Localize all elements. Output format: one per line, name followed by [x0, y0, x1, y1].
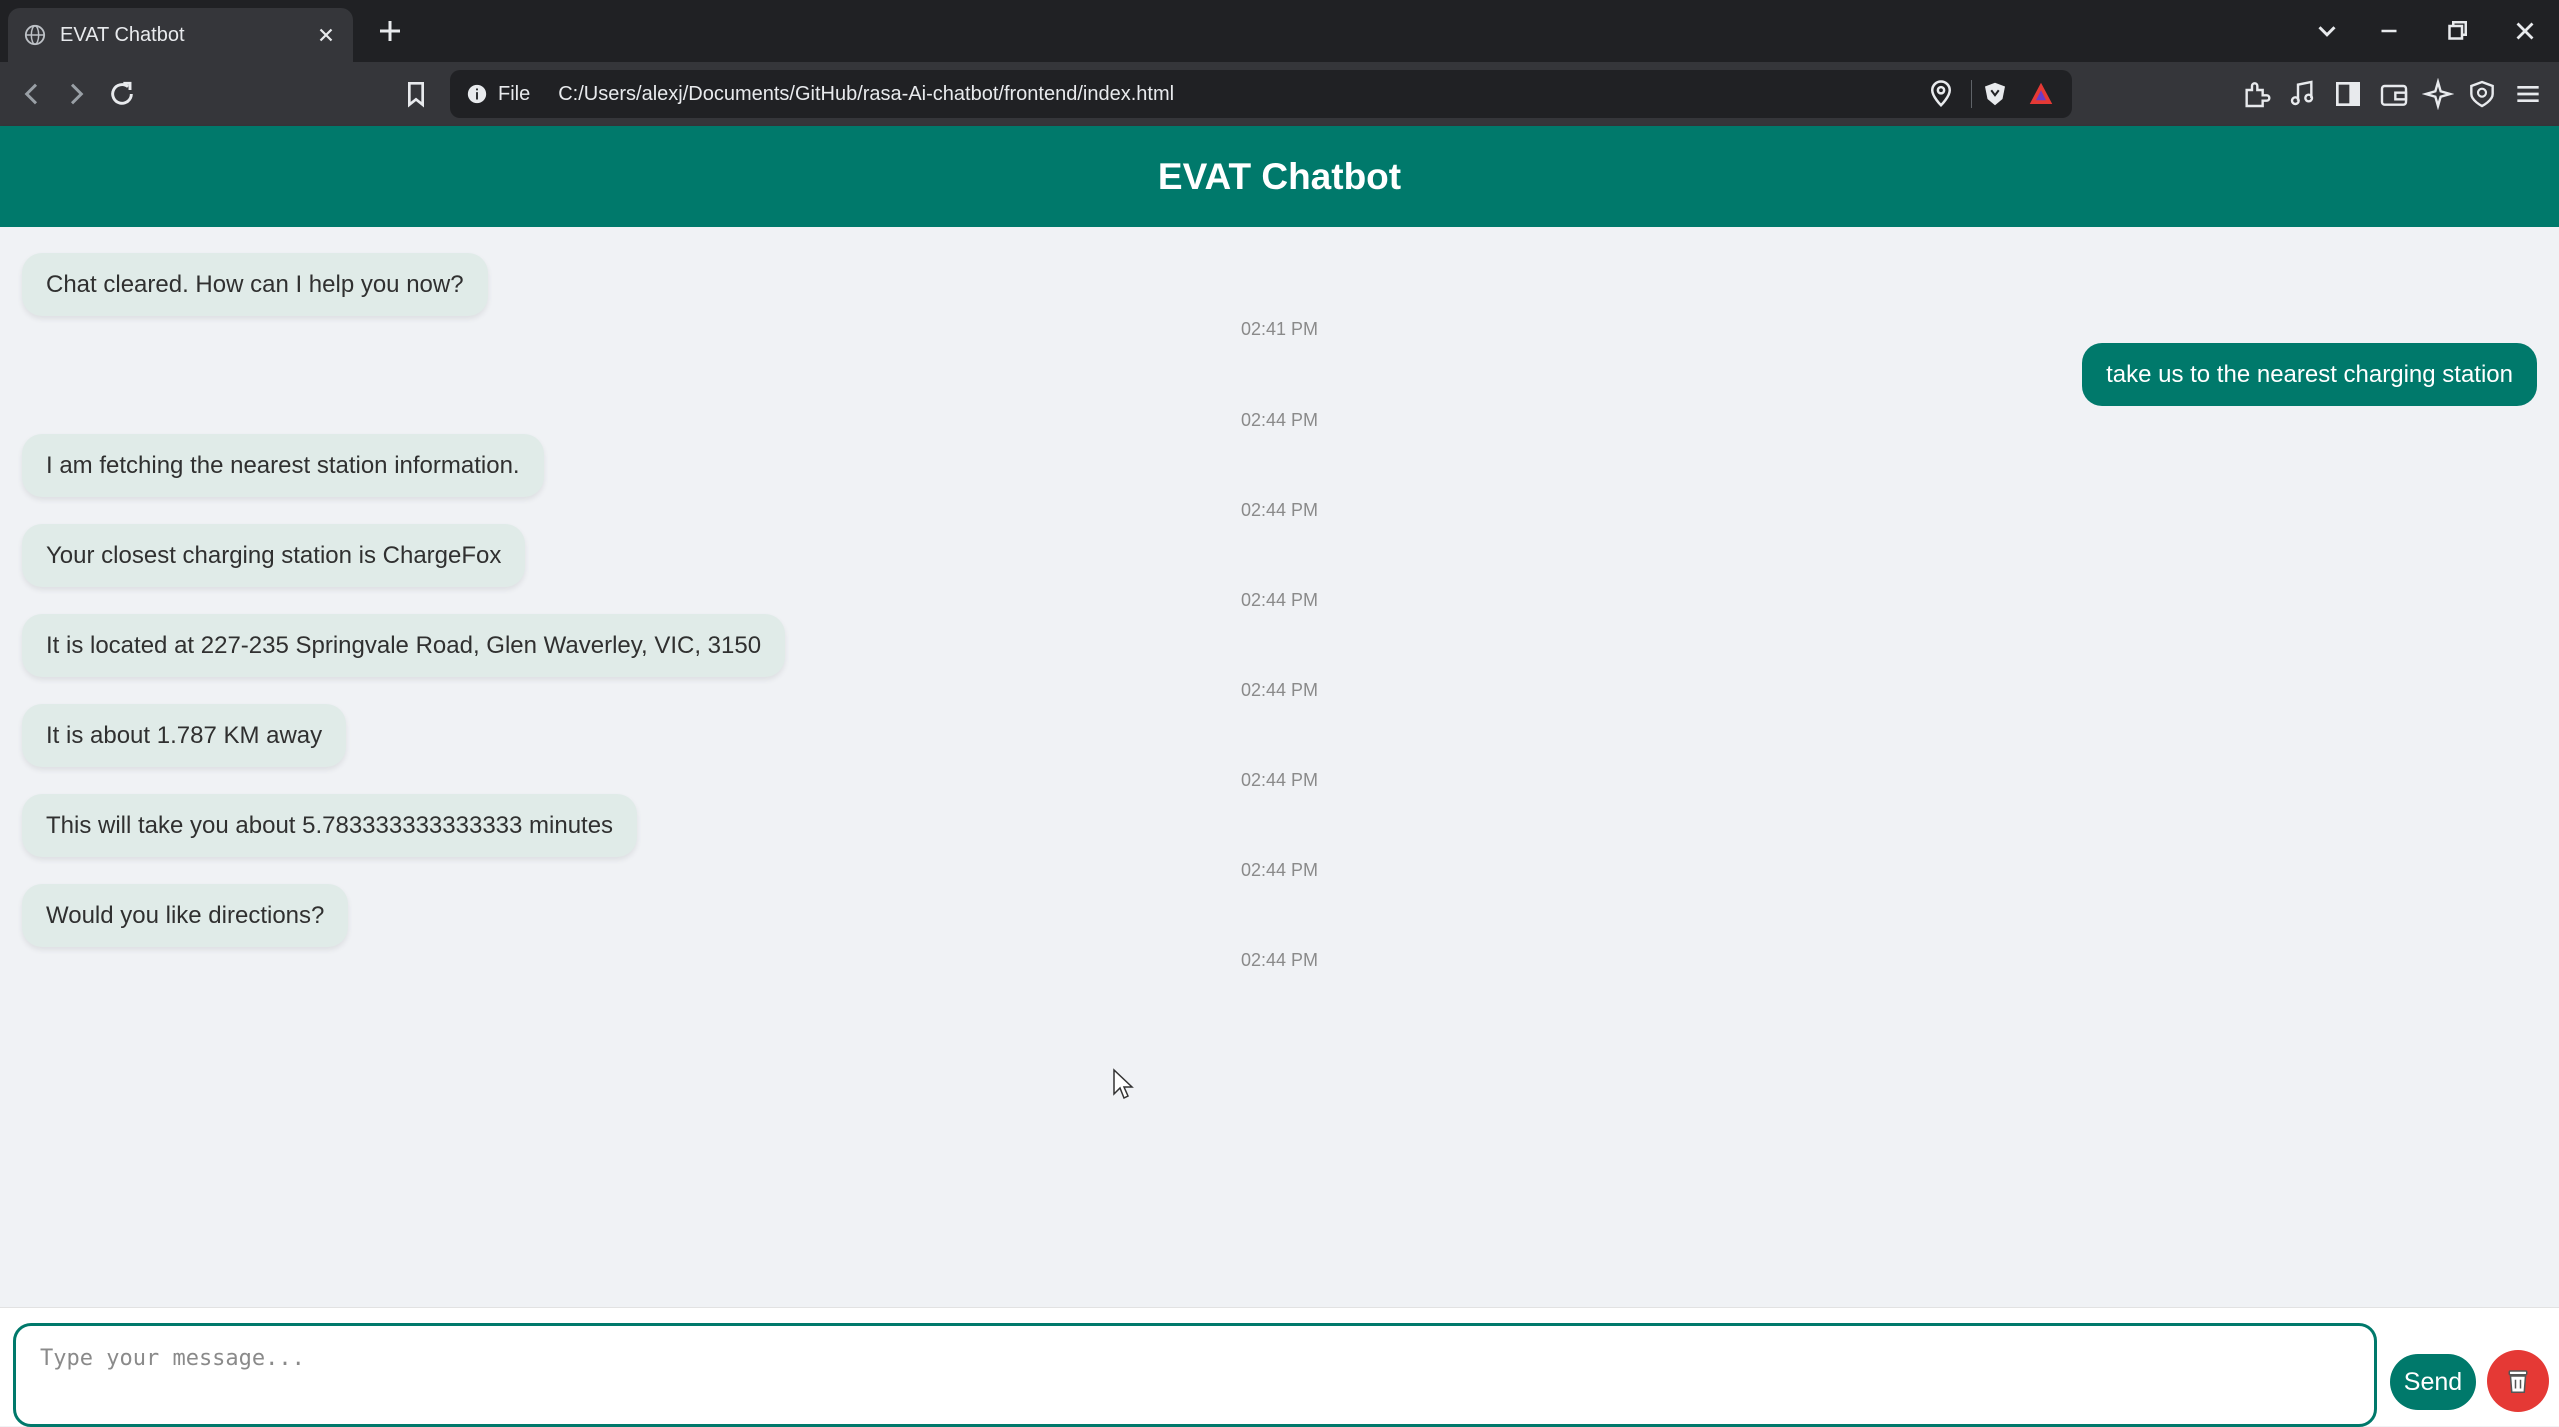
- message-text: I am fetching the nearest station inform…: [46, 451, 520, 479]
- brave-shield-icon[interactable]: [1980, 79, 2010, 109]
- extensions-icon[interactable]: [2240, 78, 2272, 110]
- bot-message: Would you like directions?: [22, 884, 349, 947]
- message-input[interactable]: [13, 1323, 2377, 1427]
- bot-message: Chat cleared. How can I help you now?: [22, 253, 488, 316]
- minimize-icon[interactable]: [2374, 16, 2404, 46]
- tab-title: EVAT Chatbot: [60, 23, 185, 46]
- sidebar-icon[interactable]: [2332, 78, 2364, 110]
- media-icon[interactable]: [2286, 78, 2318, 110]
- wallet-icon[interactable]: [2378, 78, 2410, 110]
- reload-icon[interactable]: [106, 78, 138, 110]
- leo-ai-icon[interactable]: [2422, 78, 2454, 110]
- back-icon[interactable]: [16, 78, 48, 110]
- menu-icon[interactable]: [2512, 78, 2544, 110]
- trash-icon: [2508, 1370, 2528, 1393]
- app-header: EVAT Chatbot: [0, 126, 2559, 227]
- mouse-cursor-icon: [1113, 1068, 1134, 1100]
- location-pin-icon[interactable]: [1926, 79, 1956, 109]
- message-text: Chat cleared. How can I help you now?: [46, 270, 464, 298]
- vpn-shield-icon[interactable]: [2466, 78, 2498, 110]
- message-text: take us to the nearest charging station: [2106, 360, 2513, 388]
- browser-tab-bar: EVAT Chatbot: [0, 0, 2559, 62]
- bot-message: This will take you about 5.7833333333333…: [22, 794, 638, 857]
- message-text: It is located at 227-235 Springvale Road…: [46, 631, 762, 659]
- globe-icon: [24, 24, 46, 46]
- message-timestamp: 02:44 PM: [1240, 590, 1319, 610]
- bot-message: I am fetching the nearest station inform…: [22, 434, 544, 497]
- message-timestamp: 02:44 PM: [1240, 950, 1319, 970]
- chat-messages[interactable]: Chat cleared. How can I help you now? 02…: [0, 227, 2559, 1307]
- message-timestamp: 02:44 PM: [1240, 860, 1319, 880]
- message-text: Your closest charging station is ChargeF…: [46, 541, 502, 569]
- forward-icon[interactable]: [60, 78, 92, 110]
- bot-message: It is located at 227-235 Springvale Road…: [22, 614, 786, 677]
- file-scheme-label: File: [498, 82, 531, 105]
- message-timestamp: 02:44 PM: [1240, 410, 1319, 430]
- browser-tab[interactable]: EVAT Chatbot: [8, 8, 353, 62]
- message-timestamp: 02:44 PM: [1240, 500, 1319, 520]
- url-text[interactable]: C:/Users/alexj/Documents/GitHub/rasa-Ai-…: [558, 83, 2056, 106]
- address-bar[interactable]: File C:/Users/alexj/Documents/GitHub/ras…: [450, 70, 2072, 118]
- user-message: take us to the nearest charging station: [2082, 343, 2537, 406]
- info-icon[interactable]: [466, 83, 488, 105]
- brave-rewards-icon[interactable]: [2026, 79, 2056, 109]
- restore-icon[interactable]: [2442, 16, 2472, 46]
- message-text: It is about 1.787 KM away: [46, 721, 323, 749]
- message-timestamp: 02:41 PM: [1240, 319, 1319, 339]
- message-timestamp: 02:44 PM: [1240, 770, 1319, 790]
- send-button[interactable]: Send: [2390, 1354, 2476, 1410]
- browser-toolbar: File C:/Users/alexj/Documents/GitHub/ras…: [0, 62, 2559, 126]
- message-text: Would you like directions?: [46, 901, 325, 929]
- close-tab-icon[interactable]: [315, 24, 337, 46]
- clear-chat-button[interactable]: [2487, 1350, 2549, 1412]
- message-timestamp: 02:44 PM: [1240, 680, 1319, 700]
- close-window-icon[interactable]: [2510, 16, 2540, 46]
- bot-message: It is about 1.787 KM away: [22, 704, 347, 767]
- tab-search-chevron-icon[interactable]: [2312, 16, 2342, 46]
- app-title: EVAT Chatbot: [1157, 155, 1402, 197]
- bookmark-icon[interactable]: [400, 78, 432, 110]
- message-input-bar: Send: [0, 1307, 2559, 1427]
- new-tab-icon[interactable]: [375, 16, 405, 46]
- omnibox-divider: [1971, 80, 1972, 108]
- bot-message: Your closest charging station is ChargeF…: [22, 524, 526, 587]
- message-text: This will take you about 5.7833333333333…: [46, 811, 614, 839]
